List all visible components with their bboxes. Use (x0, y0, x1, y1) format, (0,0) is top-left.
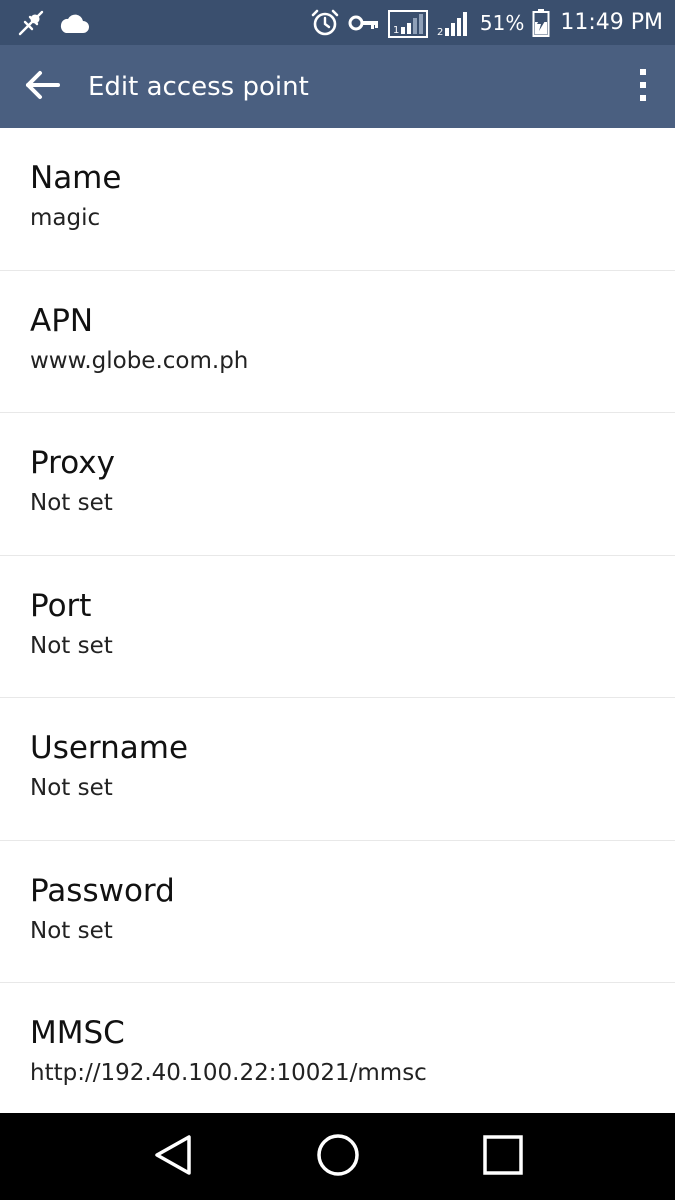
pref-summary: Not set (30, 490, 113, 516)
arrow-back-icon (24, 70, 60, 104)
more-options-button[interactable] (611, 45, 675, 128)
pref-title: Username (30, 730, 189, 766)
pref-name[interactable]: Name magic (0, 128, 675, 271)
page-title: Edit access point (88, 71, 309, 102)
battery-charging-icon (532, 8, 550, 38)
pref-summary: Not set (30, 917, 113, 944)
pref-port[interactable]: Port Not set (0, 556, 675, 698)
pref-title: Name (30, 160, 122, 196)
pref-title: APN (30, 302, 94, 339)
pref-title: Proxy (30, 445, 115, 481)
pref-title: Port (30, 587, 92, 624)
svg-text:1: 1 (393, 25, 399, 36)
nav-home-button[interactable] (298, 1117, 378, 1197)
usb-debug-icon (16, 8, 46, 38)
pref-apn[interactable]: APN www.globe.com.ph (0, 271, 675, 413)
back-triangle-icon (153, 1134, 193, 1180)
app-bar: Edit access point (0, 45, 675, 128)
alarm-icon (310, 8, 340, 38)
pref-summary: magic (30, 205, 101, 231)
nav-recents-button[interactable] (463, 1117, 543, 1197)
recents-square-icon (482, 1134, 524, 1180)
sim1-signal-icon: 1 (387, 8, 428, 38)
svg-text:2: 2 (437, 27, 443, 38)
pref-username[interactable]: Username Not set (0, 698, 675, 841)
pref-summary: Not set (30, 775, 113, 801)
pref-mmsc[interactable]: MMSC http://192.40.100.22:10021/mmsc (0, 983, 675, 1113)
sim2-signal-icon: 2 (436, 8, 472, 38)
navigation-bar (0, 1113, 675, 1200)
clock: 11:49 PM (560, 10, 663, 35)
pref-summary: www.globe.com.ph (30, 347, 249, 374)
pref-proxy[interactable]: Proxy Not set (0, 413, 675, 556)
vpn-key-icon (348, 13, 380, 33)
pref-summary: Not set (30, 632, 113, 659)
apn-settings-list[interactable]: Name magic APN www.globe.com.ph Proxy No… (0, 128, 675, 1113)
nav-back-button[interactable] (133, 1117, 213, 1197)
battery-percent: 51% (479, 10, 525, 35)
back-button[interactable] (0, 45, 84, 128)
pref-password[interactable]: Password Not set (0, 841, 675, 983)
status-right: 1 2 51% 11:49 PM (310, 8, 663, 38)
cloud-icon (58, 11, 90, 35)
status-bar: 1 2 51% 11:49 PM (0, 0, 675, 45)
pref-title: MMSC (30, 1015, 125, 1051)
status-left (16, 8, 90, 38)
pref-summary: http://192.40.100.22:10021/mmsc (30, 1060, 427, 1086)
more-vert-icon (638, 67, 648, 107)
pref-title: Password (30, 872, 175, 909)
home-circle-icon (316, 1133, 360, 1181)
